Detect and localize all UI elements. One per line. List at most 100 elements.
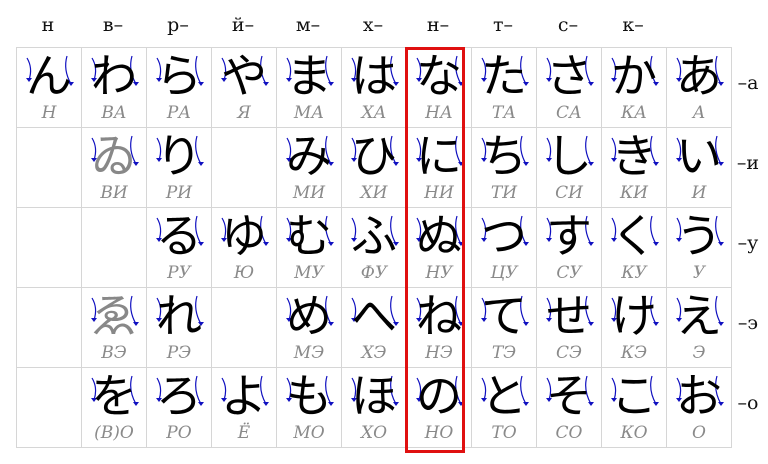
- kana-cell: ま МА: [276, 47, 342, 128]
- romanization-label: СЭ: [555, 343, 582, 363]
- romanization-label: МА: [293, 103, 325, 123]
- kana-cell: す СУ: [536, 207, 602, 288]
- kana-cell: み МИ: [276, 127, 342, 208]
- table-row: ゐ ВИ り РИ み МИ ひ ХИ に НИ ち ТИ し СИ き КИ い И: [16, 127, 732, 208]
- kana-glyph: ち: [481, 129, 527, 183]
- romanization-label: ВЭ: [101, 343, 127, 363]
- kana-cell: か КА: [601, 47, 667, 128]
- column-header-n2: н–: [426, 14, 450, 36]
- kana-cell: [16, 367, 82, 448]
- kana-cell: る РУ: [146, 207, 212, 288]
- kana-glyph: ふ: [351, 209, 397, 263]
- romanization-label: ЦУ: [490, 263, 518, 283]
- kana-cell: け КЭ: [601, 287, 667, 368]
- kana-glyph: ひ: [351, 129, 397, 183]
- kana-glyph: こ: [611, 369, 657, 423]
- kana-cell: も МО: [276, 367, 342, 448]
- row-header-o: –о: [737, 392, 759, 414]
- romanization-label: Ю: [233, 263, 255, 283]
- romanization-label: Я: [237, 103, 251, 123]
- hiragana-table: ん Н わ ВА ら РА や Я ま МА は ХА な НА た ТА さ СА か КА あ А ゐ ВИ り РИ み МИ ひ…: [16, 47, 732, 448]
- romanization-label: ВА: [101, 103, 127, 123]
- romanization-label: КИ: [620, 183, 648, 203]
- kana-glyph: せ: [546, 289, 592, 343]
- romanization-label: СИ: [555, 183, 583, 203]
- row-header-e: –э: [737, 312, 759, 334]
- column-header-t: т–: [492, 14, 513, 36]
- kana-glyph: ゑ: [91, 289, 137, 343]
- kana-glyph: さ: [546, 49, 592, 103]
- kana-cell: せ СЭ: [536, 287, 602, 368]
- kana-cell: [16, 207, 82, 288]
- kana-cell: [211, 287, 277, 368]
- kana-glyph: む: [286, 209, 332, 263]
- kana-cell: ゆЮ: [211, 207, 277, 288]
- kana-glyph: お: [676, 369, 722, 423]
- kana-cell: こ КО: [601, 367, 667, 448]
- romanization-label: ТИ: [490, 183, 518, 203]
- romanization-label: КА: [620, 103, 648, 123]
- romanization-label: ХА: [361, 103, 387, 123]
- kana-cell: あА: [666, 47, 732, 128]
- kana-cell: ゑ ВЭ: [81, 287, 147, 368]
- romanization-label: ХО: [360, 423, 388, 443]
- romanization-label: Н: [41, 103, 57, 123]
- kana-cell: く КУ: [601, 207, 667, 288]
- romanization-label: ТО: [491, 423, 517, 443]
- kana-glyph: ん: [26, 49, 72, 103]
- romanization-label: ТЭ: [491, 343, 517, 363]
- kana-glyph: ゐ: [91, 129, 137, 183]
- kana-glyph: あ: [676, 49, 722, 103]
- row-header-u: –у: [737, 232, 759, 254]
- kana-glyph: つ: [481, 209, 527, 263]
- kana-glyph: い: [676, 129, 722, 183]
- kana-cell: [211, 127, 277, 208]
- kana-glyph: わ: [91, 49, 137, 103]
- kana-cell: いИ: [666, 127, 732, 208]
- kana-cell: め МЭ: [276, 287, 342, 368]
- kana-glyph: か: [611, 49, 657, 103]
- kana-cell: ら РА: [146, 47, 212, 128]
- romanization-label: СУ: [556, 263, 582, 283]
- romanization-label: И: [691, 183, 707, 203]
- kana-cell: を (В)О: [81, 367, 147, 448]
- kana-glyph: れ: [156, 289, 202, 343]
- kana-glyph: へ: [351, 289, 397, 343]
- highlighted-column-frame: [405, 47, 465, 453]
- kana-cell: た ТА: [471, 47, 537, 128]
- table-row: を (В)О ろ РО よ Ё も МО ほ ХО の НО と ТО そ СО こ КО お О: [16, 367, 732, 448]
- romanization-label: МУ: [294, 263, 324, 283]
- kana-glyph: て: [481, 289, 527, 343]
- romanization-label: РУ: [167, 263, 191, 283]
- romanization-label: РО: [166, 423, 192, 443]
- kana-cell: [16, 287, 82, 368]
- kana-glyph: や: [221, 49, 267, 103]
- column-header-y: й–: [231, 14, 255, 36]
- kana-cell: やЯ: [211, 47, 277, 128]
- romanization-label: МО: [293, 423, 325, 443]
- kana-glyph: は: [351, 49, 397, 103]
- romanization-label: МЭ: [293, 343, 325, 363]
- kana-cell: し СИ: [536, 127, 602, 208]
- column-header-k: к–: [622, 14, 644, 36]
- kana-cell: えЭ: [666, 287, 732, 368]
- romanization-label: (В)О: [94, 423, 134, 443]
- column-header-h: х–: [362, 14, 384, 36]
- romanization-label: КЭ: [620, 343, 648, 363]
- kana-cell: さ СА: [536, 47, 602, 128]
- table-row: ん Н わ ВА ら РА や Я ま МА は ХА な НА た ТА さ СА か КА あ А: [16, 47, 732, 128]
- romanization-label: РЭ: [166, 343, 192, 363]
- kana-glyph: よ: [221, 369, 267, 423]
- kana-cell: ふ ФУ: [341, 207, 407, 288]
- column-header-n: н: [41, 14, 55, 36]
- romanization-label: ТА: [491, 103, 517, 123]
- kana-cell: そ СО: [536, 367, 602, 448]
- romanization-label: МИ: [292, 183, 326, 203]
- kana-glyph: し: [546, 129, 592, 183]
- kana-cell: んН: [16, 47, 82, 128]
- kana-cell: は ХА: [341, 47, 407, 128]
- kana-glyph: た: [481, 49, 527, 103]
- table-row: る РУ ゆ Ю む МУ ふ ФУ ぬ НУ つ ЦУ す СУ く КУ う У: [16, 207, 732, 288]
- kana-glyph: す: [546, 209, 592, 263]
- kana-glyph: う: [676, 209, 722, 263]
